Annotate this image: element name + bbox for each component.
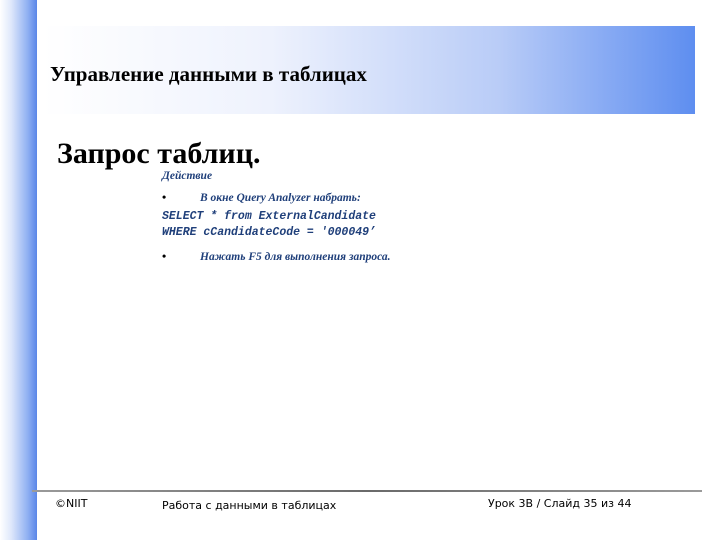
sql-line-2: WHERE cCandidateCode = '000049’	[162, 226, 376, 239]
bullet-step-1: • В окне Query Analyzer набрать:	[162, 190, 682, 205]
bullet-dot: •	[162, 190, 167, 204]
slide-subtitle: Запрос таблиц.	[57, 137, 261, 170]
sql-code-block: SELECT * from ExternalCandidate WHERE cC…	[162, 209, 682, 241]
step-1-text: В окне Query Analyzer набрать:	[200, 192, 361, 204]
footer-course-title: Работа с данными в таблицах	[162, 499, 337, 512]
sql-line-1: SELECT * from ExternalCandidate	[162, 210, 376, 223]
bullet-step-2: • Нажать F5 для выполнения запроса.	[162, 249, 682, 264]
slide-content: Действие • В окне Query Analyzer набрать…	[162, 170, 682, 264]
step-2-text: Нажать F5 для выполнения запроса.	[200, 251, 391, 263]
footer-copyright: ©NIIT	[55, 497, 88, 510]
slide-title: Управление данными в таблицах	[50, 62, 367, 86]
action-label: Действие	[162, 170, 213, 182]
left-decorative-bar	[0, 0, 37, 540]
bullet-dot: •	[162, 249, 167, 263]
footer-page-info: Урок 3B / Слайд 35 из 44	[488, 497, 632, 510]
footer-divider	[32, 490, 702, 492]
